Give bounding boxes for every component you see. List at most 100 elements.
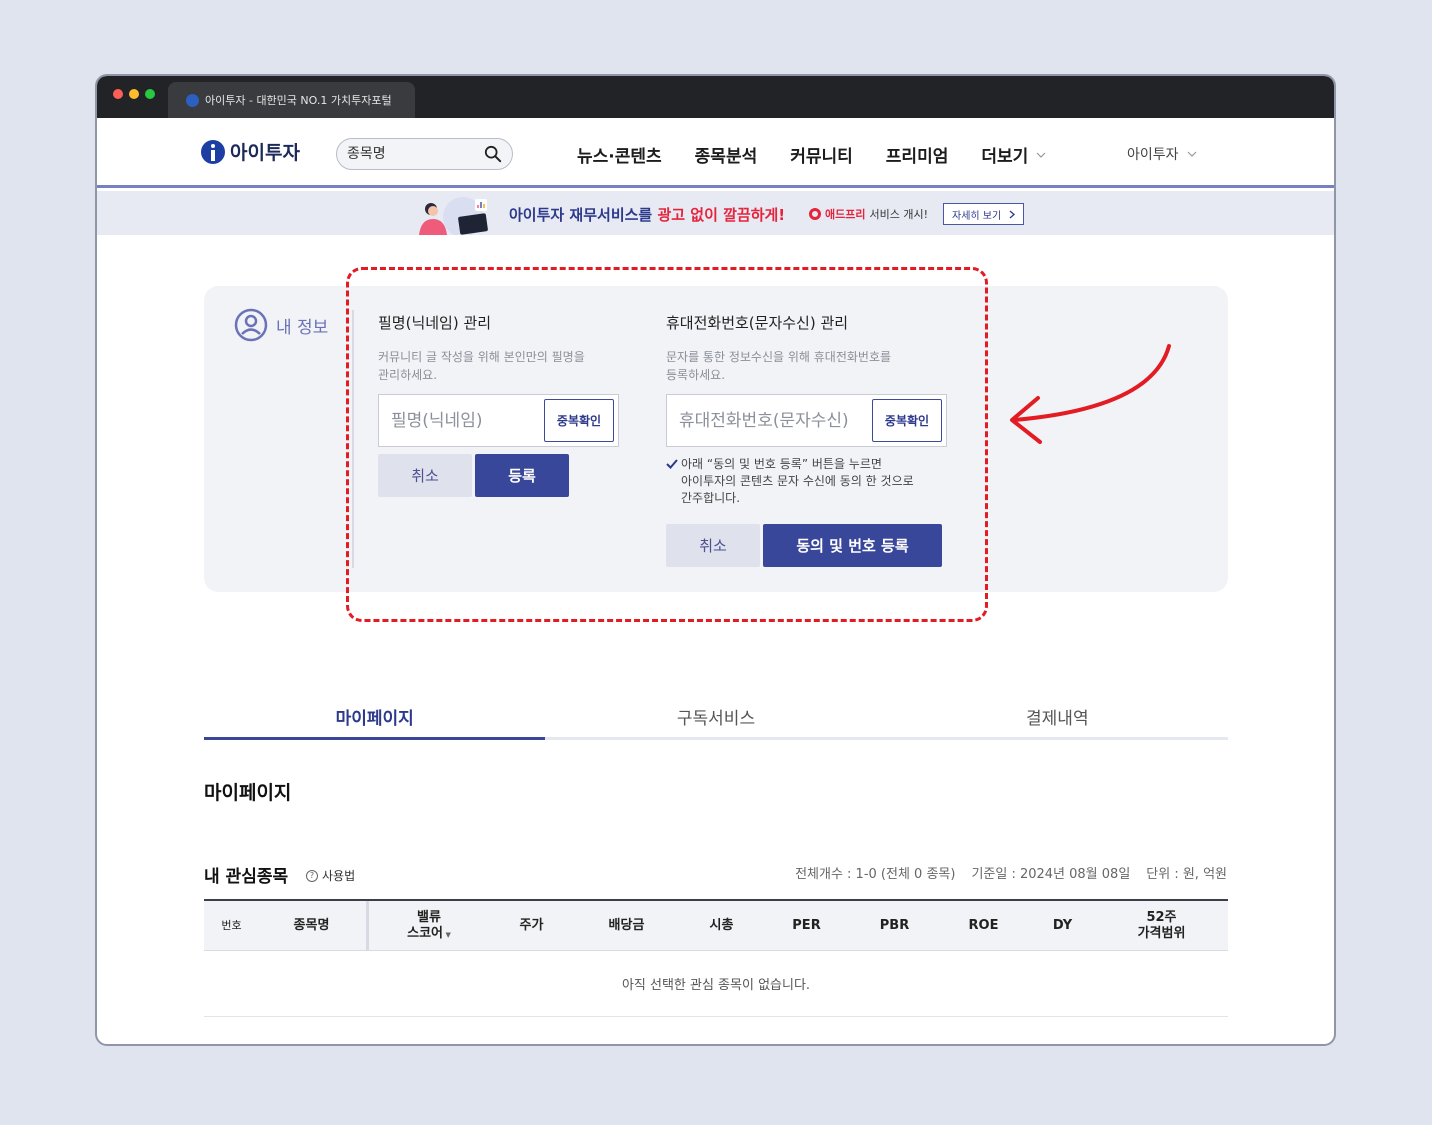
- phone-section-title: 휴대전화번호(문자수신) 관리: [666, 314, 849, 332]
- col-pbr[interactable]: PBR: [862, 901, 927, 951]
- banner-text-highlight: 광고 없이 깔끔하게!: [657, 206, 786, 224]
- col-no: 번호: [221, 919, 242, 932]
- banner-detail-label: 자세히 보기: [952, 210, 1002, 222]
- search-input[interactable]: [347, 146, 477, 162]
- nav-more[interactable]: 더보기: [981, 142, 1046, 167]
- banner-illustration-icon: [419, 197, 488, 235]
- adfree-text: 서비스 개시!: [869, 208, 928, 221]
- col-dy[interactable]: DY: [1030, 901, 1095, 951]
- banner-headline: 아이투자 재무서비스를 광고 없이 깔끔하게!: [509, 204, 785, 225]
- tab-mypage[interactable]: 마이페이지: [204, 694, 546, 740]
- browser-tab-title: 아이투자 - 대한민국 NO.1 가치투자포털: [205, 94, 392, 107]
- watchlist-unit: 단위 : 원, 억원: [1146, 867, 1227, 882]
- header-separator: [366, 901, 369, 951]
- nav-more-label: 더보기: [981, 147, 1029, 167]
- nickname-desc-line2: 관리하세요.: [378, 368, 438, 382]
- chevron-right-icon: [1009, 210, 1016, 218]
- col-per[interactable]: PER: [774, 901, 839, 951]
- logo-text: 아이투자: [230, 142, 300, 164]
- watchlist-howto-link[interactable]: ? 사용법: [306, 867, 355, 884]
- user-menu[interactable]: 아이투자: [1127, 144, 1197, 164]
- nickname-desc-line1: 커뮤니티 글 작성을 위해 본인만의 필명을: [378, 350, 585, 364]
- sms-consent-notice: 아래 “동의 및 번호 등록” 버튼을 누르면 아이투자의 콘텐츠 문자 수신에…: [666, 456, 966, 507]
- minimize-window-button[interactable]: [129, 89, 139, 99]
- nav-premium[interactable]: 프리미엄: [886, 142, 949, 167]
- search-icon[interactable]: [484, 145, 502, 163]
- col-dividend[interactable]: 배당금: [594, 901, 659, 951]
- nickname-field: 중복확인: [378, 394, 619, 447]
- consent-line2: 아이투자의 콘텐츠 문자 수신에 동의 한 것으로: [681, 474, 914, 488]
- page-title: 마이페이지: [204, 782, 292, 804]
- col-value-score-label: 스코어: [407, 925, 444, 941]
- col-price[interactable]: 주가: [499, 901, 564, 951]
- watchlist-title: 내 관심종목: [204, 867, 289, 887]
- chevron-down-icon: [1036, 152, 1046, 158]
- col-52w-line2: 가격범위: [1137, 926, 1186, 941]
- phone-agree-register-button[interactable]: 동의 및 번호 등록: [763, 524, 942, 567]
- col-market-cap[interactable]: 시총: [689, 901, 754, 951]
- user-menu-label: 아이투자: [1127, 147, 1179, 163]
- adfree-brand: 애드프리: [825, 208, 866, 221]
- banner-detail-button[interactable]: 자세히 보기: [943, 203, 1025, 225]
- browser-tab[interactable]: 아이투자 - 대한민국 NO.1 가치투자포털: [168, 82, 415, 118]
- adfree-badge: 애드프리 서비스 개시!: [809, 206, 928, 222]
- consent-line3: 간주합니다.: [681, 491, 741, 505]
- browser-window: 아이투자 - 대한민국 NO.1 가치투자포털 아이투자 뉴스·콘텐츠 종목분석…: [95, 74, 1336, 1046]
- promo-banner[interactable]: 아이투자 재무서비스를 광고 없이 깔끔하게! 애드프리 서비스 개시! 자세히…: [97, 191, 1334, 235]
- mypage-tabs: 마이페이지 구독서비스 결제내역: [204, 694, 1228, 740]
- watchlist-table: 번호 종목명 밸류 스코어 ▼ 주가 배당금 시총 PER PBR ROE DY…: [204, 899, 1228, 1017]
- adfree-icon: [809, 208, 821, 220]
- phone-input[interactable]: [679, 410, 869, 431]
- annotation-arrow-icon: [1010, 344, 1171, 444]
- tab-payment-history[interactable]: 결제내역: [887, 694, 1228, 737]
- phone-cancel-button[interactable]: 취소: [666, 524, 760, 567]
- nickname-section-desc: 커뮤니티 글 작성을 위해 본인만의 필명을 관리하세요.: [378, 348, 585, 384]
- watchlist-count: 전체개수 : 1-0 (전체 0 종목): [795, 867, 956, 882]
- user-profile-icon: [234, 308, 268, 342]
- browser-titlebar: 아이투자 - 대한민국 NO.1 가치투자포털: [97, 76, 1334, 118]
- site-logo[interactable]: 아이투자: [201, 138, 300, 165]
- phone-desc-line2: 등록하세요.: [666, 368, 726, 382]
- col-52w-range[interactable]: 52주 가격범위: [1119, 901, 1204, 951]
- phone-field: 중복확인: [666, 394, 947, 447]
- help-icon: ?: [306, 869, 318, 882]
- search-box: [336, 138, 513, 170]
- col-roe[interactable]: ROE: [951, 901, 1016, 951]
- nav-news-content[interactable]: 뉴스·콘텐츠: [577, 142, 662, 167]
- watchlist-meta: 전체개수 : 1-0 (전체 0 종목) 기준일 : 2024년 08월 08일…: [795, 863, 1227, 882]
- nickname-register-button[interactable]: 등록: [475, 454, 569, 497]
- my-info-title: 내 정보: [234, 308, 328, 342]
- watchlist-base-date: 기준일 : 2024년 08월 08일: [971, 867, 1131, 882]
- nickname-section-title: 필명(닉네임) 관리: [378, 314, 492, 332]
- col-52w-line1: 52주: [1146, 910, 1177, 925]
- nav-community[interactable]: 커뮤니티: [790, 142, 853, 167]
- chevron-down-icon: [1187, 151, 1196, 157]
- phone-dup-check-button[interactable]: 중복확인: [872, 399, 942, 442]
- howto-label: 사용법: [322, 869, 356, 883]
- check-icon: [666, 459, 678, 469]
- nav-stock-analysis[interactable]: 종목분석: [695, 142, 758, 167]
- section-divider: [352, 310, 354, 568]
- sort-desc-icon[interactable]: ▼: [443, 931, 450, 939]
- table-header: 번호 종목명 밸류 스코어 ▼ 주가 배당금 시총 PER PBR ROE DY…: [204, 899, 1228, 951]
- col-name[interactable]: 종목명: [274, 901, 349, 951]
- col-value-score-line1: 밸류: [417, 909, 441, 925]
- maximize-window-button[interactable]: [145, 89, 155, 99]
- nickname-input[interactable]: [391, 410, 541, 431]
- phone-desc-line1: 문자를 통한 정보수신을 위해 휴대전화번호를: [666, 350, 892, 364]
- banner-text-main: 아이투자 재무서비스를: [509, 206, 658, 224]
- tab-subscription[interactable]: 구독서비스: [545, 694, 886, 737]
- favicon-icon: [186, 93, 199, 107]
- logo-icon: [201, 139, 225, 164]
- nickname-dup-check-button[interactable]: 중복확인: [544, 399, 614, 442]
- main-nav: 뉴스·콘텐츠 종목분석 커뮤니티 프리미엄 더보기: [577, 142, 1046, 167]
- table-empty-row: 아직 선택한 관심 종목이 없습니다.: [204, 951, 1228, 1017]
- nickname-cancel-button[interactable]: 취소: [378, 454, 472, 497]
- consent-line1: 아래 “동의 및 번호 등록” 버튼을 누르면: [681, 457, 882, 471]
- col-value-score-line2: 스코어 ▼: [407, 926, 451, 943]
- phone-section-desc: 문자를 통한 정보수신을 위해 휴대전화번호를 등록하세요.: [666, 348, 891, 384]
- col-value-score[interactable]: 밸류 스코어 ▼: [384, 901, 474, 951]
- close-window-button[interactable]: [113, 89, 123, 99]
- site-header: 아이투자 뉴스·콘텐츠 종목분석 커뮤니티 프리미엄 더보기 아이투자: [97, 118, 1334, 188]
- my-info-title-text: 내 정보: [276, 317, 329, 338]
